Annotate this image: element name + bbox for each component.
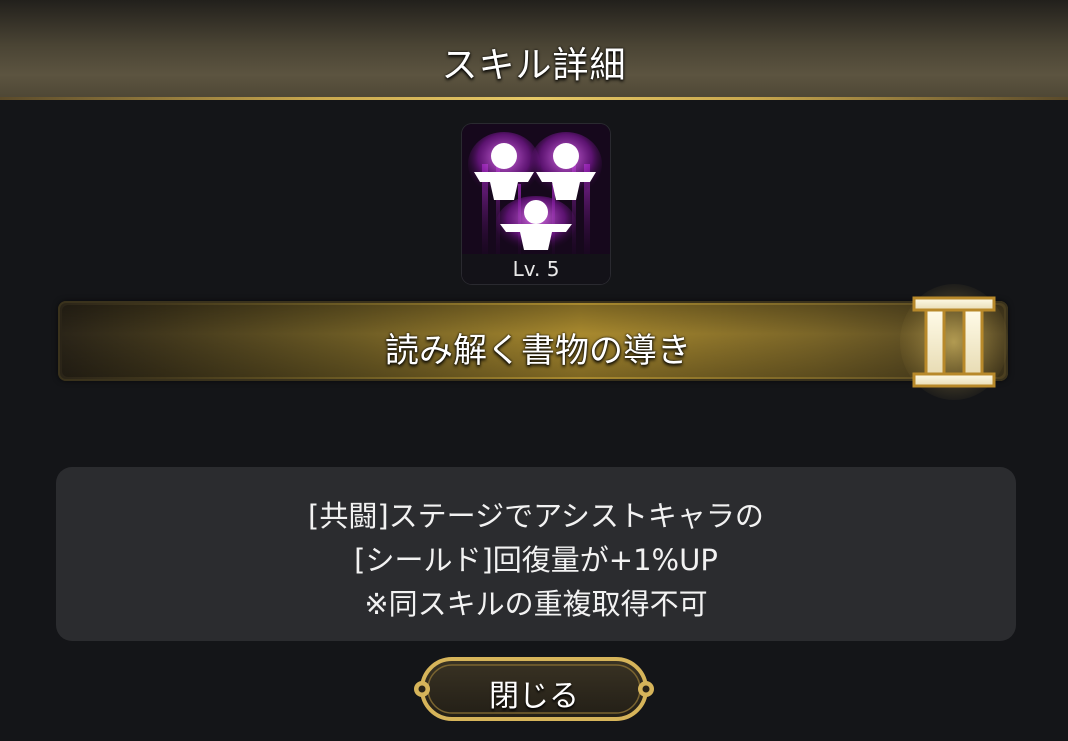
description-line-3: ※同スキルの重複取得不可: [364, 587, 708, 621]
skill-icon-frame: Lv. 5: [462, 124, 610, 284]
skill-name: 読み解く書物の導き: [385, 331, 691, 371]
description-line-1: [共闘]ステージでアシストキャラの: [308, 499, 764, 533]
close-button-label: 閉じる: [489, 679, 579, 714]
dialog-header: スキル詳細: [0, 0, 1068, 100]
skill-description-box: [共闘]ステージでアシストキャラの [シールド]回復量が+1%UP ※同スキルの…: [56, 467, 1016, 641]
rank-badge: [900, 282, 1008, 402]
skill-detail-dialog: スキル詳細 Lv. 5 読み解く書物の導き [共闘]ステージでアシストキャラの …: [0, 0, 1068, 741]
skill-level-label: Lv. 5: [462, 254, 610, 284]
description-line-2: [シールド]回復量が+1%UP: [354, 543, 718, 577]
close-button[interactable]: 閉じる: [408, 653, 660, 725]
dialog-title: スキル詳細: [441, 45, 627, 86]
roman-numeral-two-icon: [900, 284, 1008, 400]
skill-name-bar: 読み解く書物の導き: [58, 301, 1008, 381]
